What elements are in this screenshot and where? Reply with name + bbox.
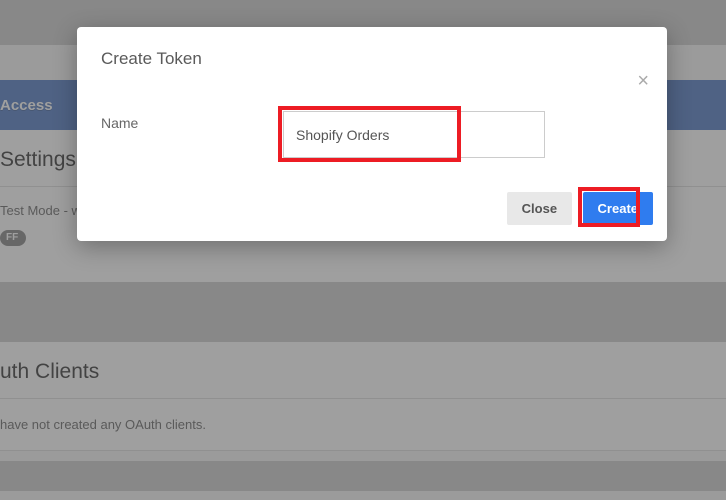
modal-header: Create Token × <box>77 27 667 79</box>
close-icon[interactable]: × <box>637 71 649 91</box>
name-input[interactable] <box>283 111 545 158</box>
create-token-modal: Create Token × Name Close Create <box>77 27 667 241</box>
close-button[interactable]: Close <box>507 192 572 225</box>
create-button[interactable]: Create <box>583 192 653 225</box>
name-label: Name <box>101 111 283 131</box>
name-field-wrap <box>283 111 545 158</box>
modal-title: Create Token <box>101 49 643 69</box>
modal-footer: Close Create <box>77 182 667 241</box>
modal-body: Name <box>77 79 667 182</box>
